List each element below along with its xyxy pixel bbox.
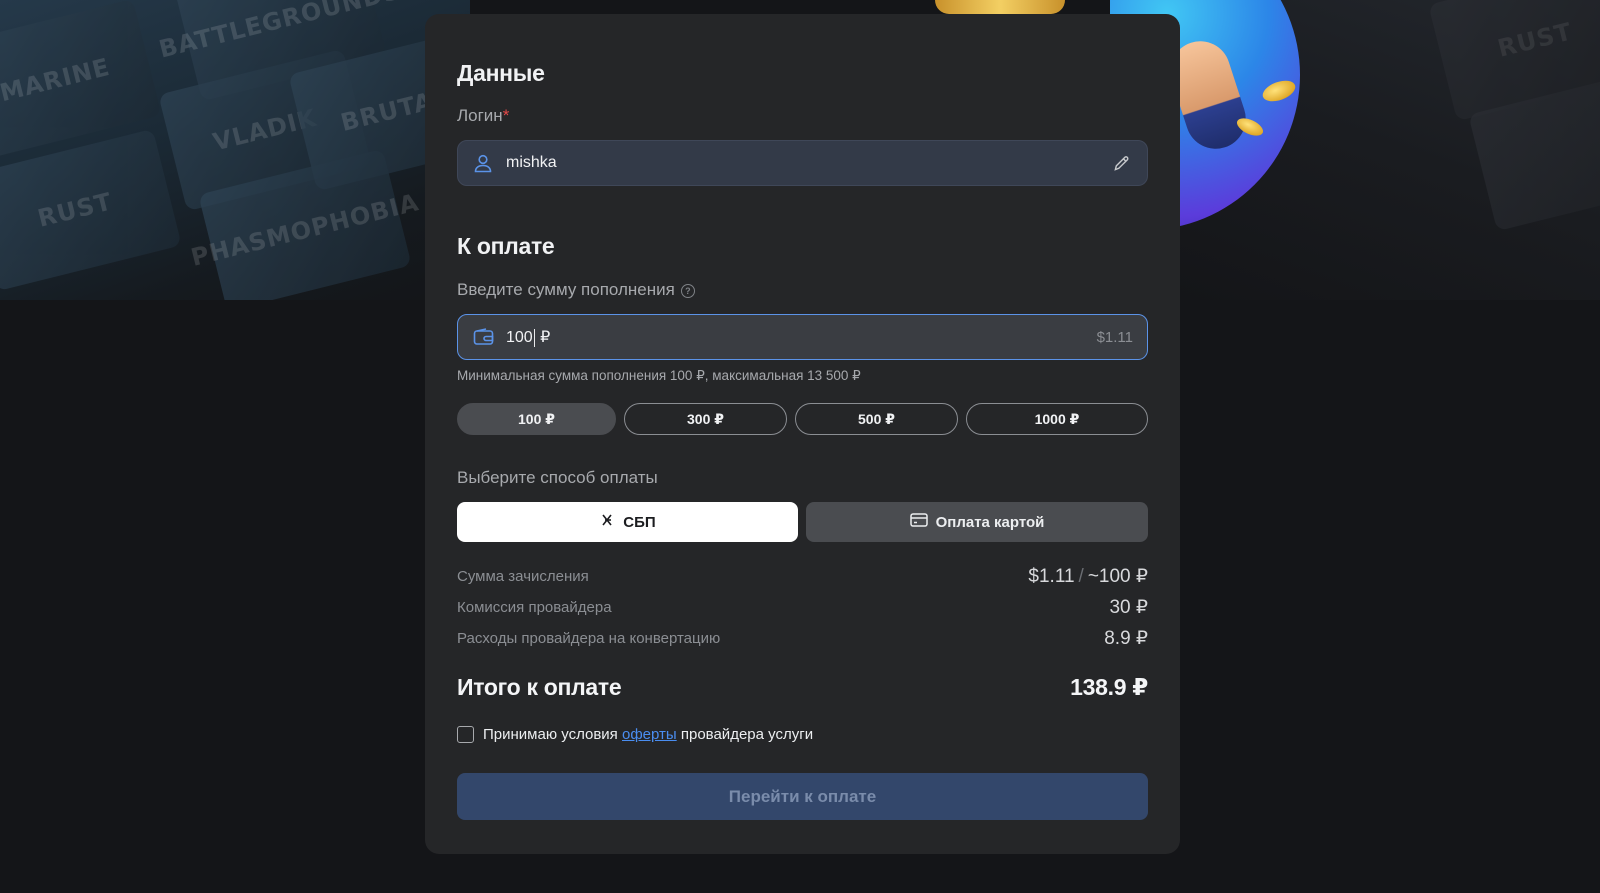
credit-card-icon (909, 513, 928, 531)
card-payment-label: Оплата картой (935, 513, 1045, 531)
amount-input[interactable]: 100 ₽ $1.11 (457, 314, 1148, 360)
amount-number: 100 (506, 329, 533, 346)
total-label: Итого к оплате (457, 674, 622, 700)
credit-rub: ~100 ₽ (1087, 566, 1148, 587)
summary-fee-row: Комиссия провайдера 30 ₽ (457, 596, 1148, 619)
amount-currency: ₽ (540, 329, 551, 346)
preset-1000-button[interactable]: 1000 ₽ (966, 403, 1148, 435)
login-field[interactable]: mishka (457, 140, 1148, 186)
preset-100-button[interactable]: 100 ₽ (457, 403, 616, 435)
required-mark: * (502, 106, 510, 125)
wallet-icon (472, 326, 494, 348)
amount-presets: 100 ₽ 300 ₽ 500 ₽ 1000 ₽ (457, 403, 1148, 435)
payment-card: Данные Логин* mishka К оплате Введите су… (425, 14, 1180, 854)
payment-method-label: Выберите способ оплаты (457, 468, 658, 487)
amount-label-text: Введите сумму пополнения (457, 280, 675, 299)
credit-separator: / (1078, 566, 1084, 587)
credit-label: Сумма зачисления (457, 568, 589, 585)
login-value: mishka (506, 154, 557, 171)
offer-link[interactable]: оферты (622, 726, 677, 743)
amount-usd-equivalent: $1.11 (1096, 328, 1133, 346)
conversion-label: Расходы провайдера на конвертацию (457, 630, 721, 647)
section-title-data: Данные (457, 60, 545, 86)
card-payment-button[interactable]: Оплата картой (806, 502, 1148, 542)
credit-usd: $1.11 (1028, 566, 1075, 587)
summary-conversion-row: Расходы провайдера на конвертацию 8.9 ₽ (457, 627, 1148, 650)
bg-tile: RUST (0, 128, 182, 292)
text-caret (533, 328, 535, 347)
amount-limits-hint: Минимальная сумма пополнения 100 ₽, макс… (457, 368, 861, 383)
fee-value: 30 ₽ (1109, 597, 1148, 618)
login-label: Логин* (457, 106, 509, 126)
total-row: Итого к оплате 138.9 ₽ (457, 674, 1148, 701)
fee-label: Комиссия провайдера (457, 599, 612, 616)
payment-methods: СБП Оплата картой (457, 502, 1148, 542)
sbp-button[interactable]: СБП (457, 502, 798, 542)
summary-credit-row: Сумма зачисления $1.11/~100 ₽ (457, 565, 1148, 588)
login-label-text: Логин (457, 106, 503, 125)
preset-300-button[interactable]: 300 ₽ (624, 403, 787, 435)
sbp-icon (599, 512, 615, 532)
user-icon (472, 152, 494, 174)
background-game-collage-left: BATTLEGROUNDS MARINE VLADIK BRUTAL RUST … (0, 0, 470, 300)
conversion-value: 8.9 ₽ (1104, 628, 1148, 649)
total-value: 138.9 ₽ (1070, 674, 1148, 700)
amount-label: Введите сумму пополнения? (457, 280, 695, 300)
terms-prefix: Принимаю условия (483, 726, 618, 743)
preset-500-button[interactable]: 500 ₽ (795, 403, 958, 435)
credit-value: $1.11/~100 ₽ (1028, 565, 1148, 588)
amount-value: 100 ₽ (506, 327, 1097, 347)
terms-agreement: Принимаю условия оферты провайдера услуг… (457, 726, 813, 743)
sbp-label: СБП (623, 513, 656, 531)
proceed-to-payment-button[interactable]: Перейти к оплате (457, 773, 1148, 820)
section-title-payment: К оплате (457, 233, 555, 259)
hero-character-crown (935, 0, 1065, 14)
terms-checkbox[interactable] (457, 726, 474, 743)
help-icon[interactable]: ? (680, 283, 695, 298)
terms-suffix: провайдера услуги (680, 726, 814, 743)
edit-pencil-icon[interactable] (1109, 151, 1133, 175)
